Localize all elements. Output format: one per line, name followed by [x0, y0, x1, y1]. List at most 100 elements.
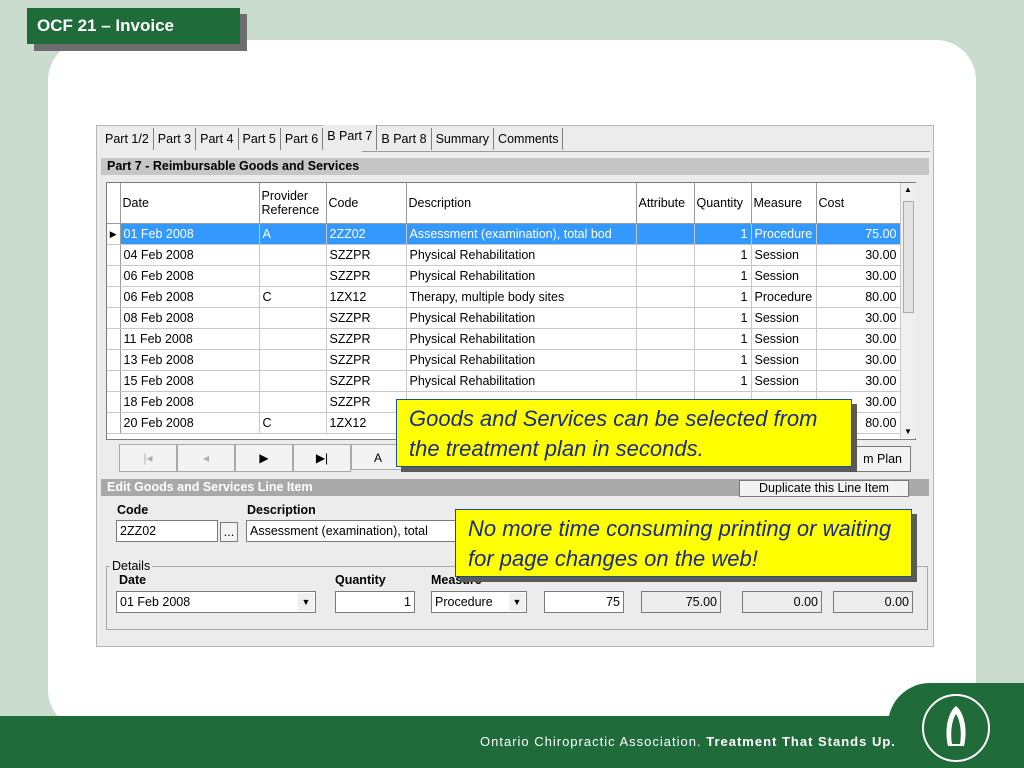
cell-date[interactable]: 20 Feb 2008 — [120, 412, 260, 434]
first-record-button[interactable]: |◂ — [119, 444, 177, 472]
tab-part-7[interactable]: B Part 7 — [323, 125, 378, 150]
tab-part-5[interactable]: Part 5 — [239, 128, 281, 150]
description-input[interactable]: Assessment (examination), total — [246, 520, 466, 542]
col-cost-header[interactable]: Cost — [816, 183, 901, 224]
cell-cost[interactable]: 75.00 — [816, 223, 901, 245]
date-select[interactable]: 01 Feb 2008 ▼ — [116, 591, 316, 613]
cell-date[interactable]: 06 Feb 2008 — [120, 265, 260, 287]
row-indicator[interactable] — [107, 391, 121, 413]
cell-attribute[interactable] — [636, 328, 695, 350]
table-row[interactable]: 08 Feb 2008 SZZPR Physical Rehabilitation 1… — [107, 307, 901, 329]
cell-cost[interactable]: 30.00 — [816, 328, 901, 350]
cell-measure[interactable]: Session — [751, 349, 817, 371]
cell-code[interactable]: SZZPR — [326, 391, 407, 413]
cell-attribute[interactable] — [636, 307, 695, 329]
cell-attribute[interactable] — [636, 244, 695, 266]
cell-description[interactable]: Physical Rehabilitation — [406, 244, 637, 266]
row-indicator[interactable] — [107, 307, 121, 329]
cell-quantity[interactable]: 1 — [694, 307, 752, 329]
cell-measure[interactable]: Session — [751, 328, 817, 350]
cell-measure[interactable]: Session — [751, 307, 817, 329]
col-description-header[interactable]: Description — [406, 183, 637, 224]
row-indicator[interactable] — [107, 412, 121, 434]
cell-cost[interactable]: 80.00 — [816, 286, 901, 308]
tab-part-3[interactable]: Part 3 — [154, 128, 197, 150]
cell-measure[interactable]: Session — [751, 370, 817, 392]
tab-summary[interactable]: Summary — [432, 128, 495, 150]
scroll-up-arrow-icon[interactable]: ▲ — [904, 185, 912, 194]
cell-date[interactable]: 11 Feb 2008 — [120, 328, 260, 350]
cell-date[interactable]: 04 Feb 2008 — [120, 244, 260, 266]
cell-code[interactable]: 2ZZ02 — [326, 223, 407, 245]
cell-attribute[interactable] — [636, 349, 695, 371]
cell-attribute[interactable] — [636, 370, 695, 392]
table-row[interactable]: ▶ 01 Feb 2008 A 2ZZ02 Assessment (examinatio… — [107, 223, 901, 245]
cell-attribute[interactable] — [636, 223, 695, 245]
col-provider-reference-header[interactable]: Provider Reference — [259, 183, 327, 224]
code-lookup-button[interactable]: ... — [220, 522, 238, 542]
table-row[interactable]: 13 Feb 2008 SZZPR Physical Rehabilitation 1… — [107, 349, 901, 371]
cell-provider-reference[interactable] — [259, 370, 327, 392]
row-indicator[interactable] — [107, 370, 121, 392]
row-indicator[interactable] — [107, 286, 121, 308]
table-row[interactable]: 06 Feb 2008 C 1ZX12 Therapy, multiple body … — [107, 286, 901, 308]
previous-record-button[interactable]: ◂ — [177, 444, 235, 472]
cell-code[interactable]: SZZPR — [326, 244, 407, 266]
cell-code[interactable]: 1ZX12 — [326, 286, 407, 308]
cell-quantity[interactable]: 1 — [694, 223, 752, 245]
cell-measure[interactable]: Session — [751, 265, 817, 287]
cell-provider-reference[interactable] — [259, 391, 327, 413]
cell-date[interactable]: 13 Feb 2008 — [120, 349, 260, 371]
row-indicator[interactable] — [107, 265, 121, 287]
next-record-button[interactable]: ▶ — [235, 444, 293, 472]
table-row[interactable]: 15 Feb 2008 SZZPR Physical Rehabilitation 1… — [107, 370, 901, 392]
cell-quantity[interactable]: 1 — [694, 370, 752, 392]
cell-date[interactable]: 15 Feb 2008 — [120, 370, 260, 392]
table-row[interactable]: 06 Feb 2008 SZZPR Physical Rehabilitation 1… — [107, 265, 901, 287]
scroll-down-arrow-icon[interactable]: ▼ — [904, 427, 912, 436]
cell-attribute[interactable] — [636, 286, 695, 308]
cell-code[interactable]: 1ZX12 — [326, 412, 407, 434]
cell-code[interactable]: SZZPR — [326, 370, 407, 392]
col-attribute-header[interactable]: Attribute — [636, 183, 695, 224]
cell-quantity[interactable]: 1 — [694, 265, 752, 287]
tab-part-4[interactable]: Part 4 — [196, 128, 239, 150]
col-code-header[interactable]: Code — [326, 183, 407, 224]
col-measure-header[interactable]: Measure — [751, 183, 817, 224]
code-input[interactable]: 2ZZ02 — [116, 520, 218, 542]
tab-part-6[interactable]: Part 6 — [281, 128, 324, 150]
unit-cost-input[interactable]: 75 — [544, 591, 624, 613]
cell-provider-reference[interactable]: C — [259, 412, 327, 434]
row-indicator[interactable] — [107, 244, 121, 266]
measure-select[interactable]: Procedure ▼ — [431, 591, 527, 613]
tab-part-8[interactable]: B Part 8 — [377, 128, 432, 150]
row-indicator[interactable] — [107, 328, 121, 350]
cell-description[interactable]: Assessment (examination), total bod — [406, 223, 637, 245]
cell-code[interactable]: SZZPR — [326, 265, 407, 287]
last-record-button[interactable]: ▶| — [293, 444, 351, 472]
col-quantity-header[interactable]: Quantity — [694, 183, 752, 224]
quantity-input[interactable]: 1 — [335, 591, 415, 613]
cell-provider-reference[interactable] — [259, 307, 327, 329]
col-date-header[interactable]: Date — [120, 183, 260, 224]
cell-quantity[interactable]: 1 — [694, 244, 752, 266]
cell-cost[interactable]: 30.00 — [816, 265, 901, 287]
cell-description[interactable]: Physical Rehabilitation — [406, 265, 637, 287]
cell-quantity[interactable]: 1 — [694, 328, 752, 350]
scrollbar-thumb[interactable] — [903, 201, 914, 313]
cell-code[interactable]: SZZPR — [326, 328, 407, 350]
cell-code[interactable]: SZZPR — [326, 349, 407, 371]
row-indicator[interactable] — [107, 349, 121, 371]
duplicate-line-item-button[interactable]: Duplicate this Line Item — [739, 480, 909, 497]
cell-code[interactable]: SZZPR — [326, 307, 407, 329]
tab-comments[interactable]: Comments — [494, 128, 564, 150]
cell-provider-reference[interactable] — [259, 244, 327, 266]
current-row-indicator-icon[interactable]: ▶ — [107, 223, 121, 245]
cell-measure[interactable]: Procedure — [751, 223, 817, 245]
measure-dropdown-arrow-icon[interactable]: ▼ — [509, 593, 525, 611]
cell-measure[interactable]: Procedure — [751, 286, 817, 308]
table-row[interactable]: 11 Feb 2008 SZZPR Physical Rehabilitation 1… — [107, 328, 901, 350]
cell-cost[interactable]: 30.00 — [816, 307, 901, 329]
tab-part-1-2[interactable]: Part 1/2 — [101, 128, 154, 150]
cell-date[interactable]: 08 Feb 2008 — [120, 307, 260, 329]
